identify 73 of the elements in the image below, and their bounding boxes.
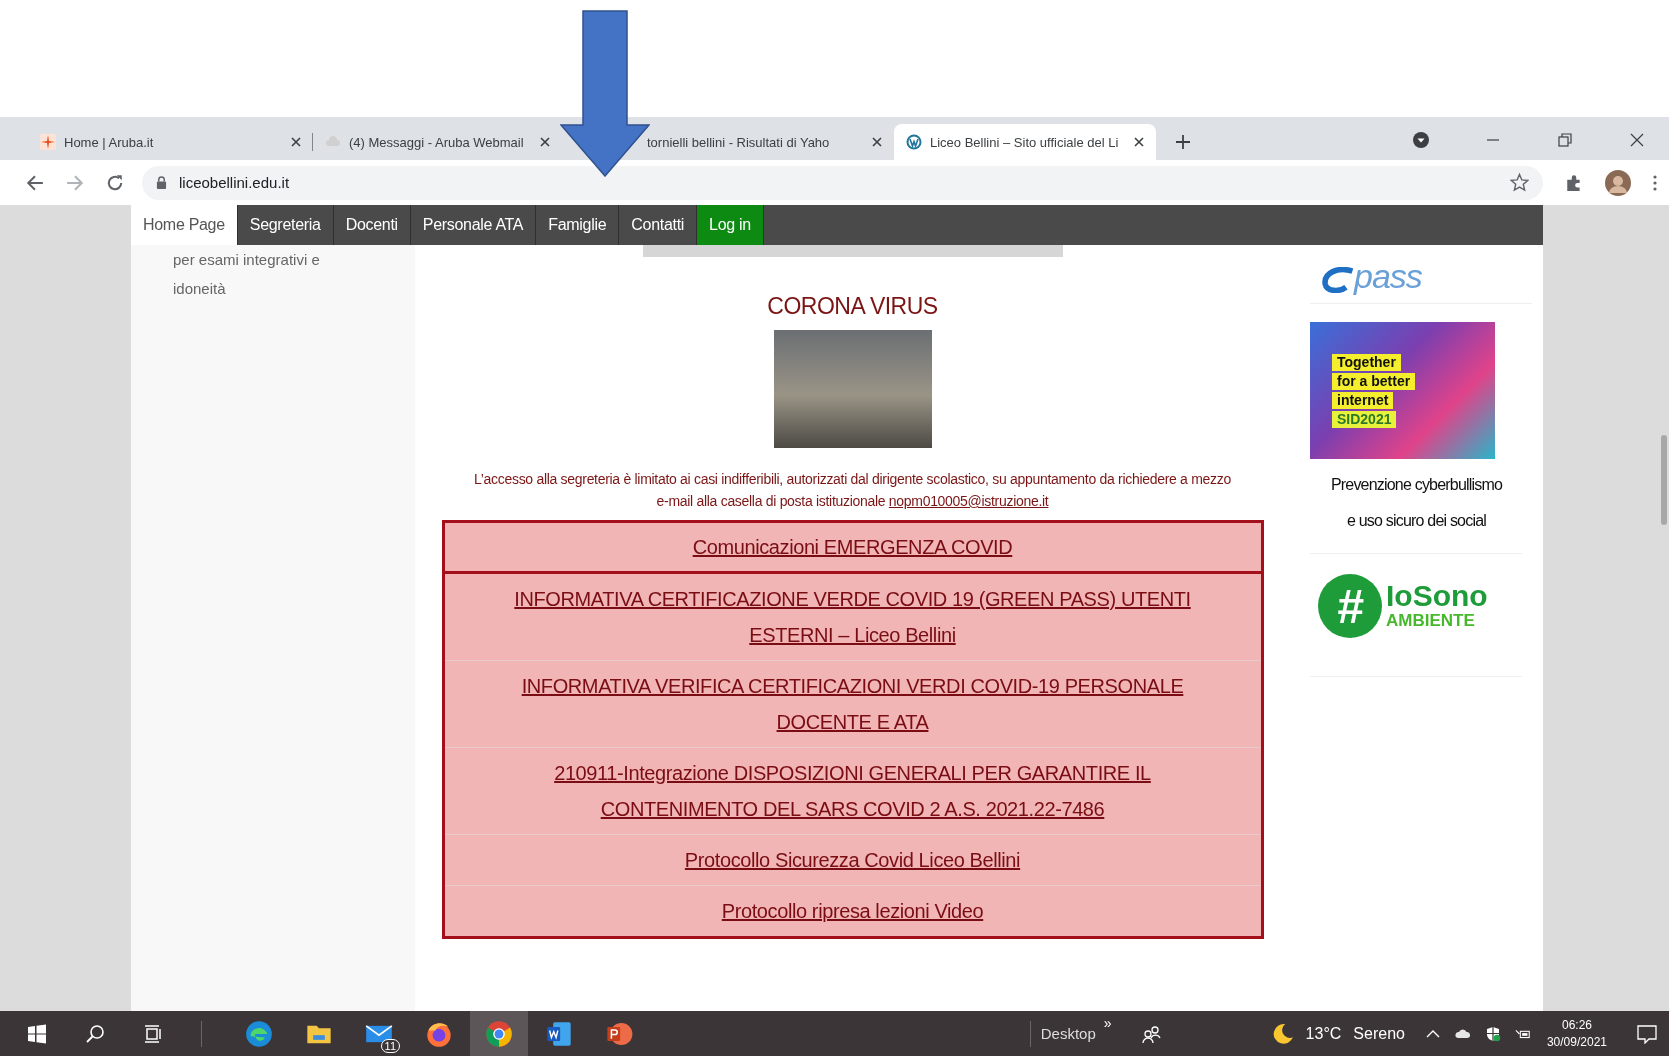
close-icon[interactable] xyxy=(291,137,301,147)
avatar-icon[interactable] xyxy=(1605,169,1631,196)
count-badge: 11 xyxy=(380,1039,400,1053)
nav-link[interactable]: Famiglie xyxy=(536,205,620,245)
wordpress-icon xyxy=(906,134,922,150)
tab-title: (4) Messaggi - Aruba Webmail xyxy=(349,134,524,150)
tab-title: Liceo Bellini – Sito ufficiale del Li xyxy=(930,134,1119,150)
browser-tab[interactable]: Liceo Bellini – Sito ufficiale del Li xyxy=(894,124,1157,160)
notification-icon[interactable] xyxy=(1637,1023,1657,1044)
covid-link[interactable]: 210911-Integrazione DISPOSIZIONI GENERALI PER GARANTIRE IL CONTENIMENTO DEL SARS COVID 2 A.S. 2021.22-7486 xyxy=(484,755,1221,827)
nav-link[interactable]: Log in xyxy=(697,205,764,245)
browser-logo-icon xyxy=(485,1019,513,1048)
caption-text: Prevenzione cyberbullismo xyxy=(1329,475,1504,495)
shield-icon[interactable] xyxy=(1484,1025,1501,1042)
logo-text: pass xyxy=(1354,259,1422,293)
weather-text[interactable]: Sereno xyxy=(1353,1024,1405,1043)
toolbar-label[interactable]: Desktop xyxy=(1040,1025,1096,1042)
windows-start-icon[interactable] xyxy=(27,1023,47,1044)
expand-chevron[interactable]: » xyxy=(1103,1011,1112,1031)
reload-icon[interactable] xyxy=(106,173,124,192)
close-icon[interactable] xyxy=(872,137,882,147)
close-icon[interactable] xyxy=(1134,137,1145,147)
covid-link[interactable]: Protocollo Sicurezza Covid Liceo Bellini xyxy=(484,842,1221,878)
dropdown-icon[interactable] xyxy=(1413,132,1429,148)
email-link[interactable]: nopm010005@istruzione.it xyxy=(888,493,1049,509)
document-w-icon xyxy=(545,1019,573,1048)
swirl-logo-icon xyxy=(1322,267,1354,293)
covid-link[interactable]: INFORMATIVA VERIFICA CERTIFICAZIONI VERDI COVID-19 PERSONALE DOCENTE E ATA xyxy=(484,668,1221,740)
banner-text: SID2021 xyxy=(1332,410,1397,428)
sidebar-link[interactable]: idoneità xyxy=(173,274,226,303)
browser-tab[interactable]: tornielli bellini - Risultati di Yaho xyxy=(647,124,894,160)
task-view-icon[interactable] xyxy=(143,1023,163,1044)
logo-text: AMBIENTE xyxy=(1386,611,1476,631)
url-text: liceobellini.edu.it xyxy=(179,174,290,191)
clock-date[interactable]: 30/09/2021 xyxy=(1546,1033,1607,1051)
caption-text: e uso sicuro dei social xyxy=(1346,511,1487,531)
browser-tab[interactable]: Home | Aruba.it xyxy=(28,124,313,160)
banner-text: for a better xyxy=(1332,372,1416,390)
back-icon[interactable] xyxy=(26,173,44,192)
logo-text: IoSono xyxy=(1386,581,1488,611)
lock-icon xyxy=(156,176,167,189)
moon-icon[interactable] xyxy=(1271,1022,1294,1045)
nav-link[interactable]: Home Page xyxy=(131,205,238,245)
notice-text: L’accesso alla segreteria è limitato ai casi indifferibili, autorizzati dal dirigente scolastico, su appuntamento da richiedere a mezzo e-mail alla casella di posta istituzionale nopm010005@istruzione.it xyxy=(473,470,1232,511)
clock-time[interactable]: 06:26 xyxy=(1561,1016,1592,1034)
close-icon[interactable] xyxy=(539,137,550,147)
temperature-text[interactable]: 13°C xyxy=(1305,1024,1342,1043)
sidebar-link[interactable]: per esami integrativi e xyxy=(173,245,320,274)
covid-link[interactable]: Protocollo ripresa lezioni Video xyxy=(484,893,1221,929)
close-icon[interactable] xyxy=(1629,132,1645,148)
puzzle-icon[interactable] xyxy=(1565,173,1583,192)
wave-logo-icon xyxy=(245,1019,273,1048)
restore-icon[interactable] xyxy=(1557,132,1573,148)
tab-title: tornielli bellini - Risultati di Yaho xyxy=(647,134,831,150)
scrollbar-thumb[interactable] xyxy=(1661,435,1667,525)
new-tab-icon[interactable] xyxy=(1176,135,1191,149)
taskbar-app[interactable]: 11 xyxy=(350,1011,408,1056)
tab-title: Home | Aruba.it xyxy=(64,134,155,150)
sid-banner[interactable]: Together for a better internet SID2021 xyxy=(1310,322,1495,459)
hash-logo-mark: # xyxy=(1318,574,1382,638)
banner-text: Together xyxy=(1332,353,1401,371)
taskbar-app[interactable] xyxy=(470,1011,528,1056)
covid-link[interactable]: INFORMATIVA CERTIFICAZIONE VERDE COVID 19 (GREEN PASS) UTENTI ESTERNI – Liceo Bellini xyxy=(484,581,1221,653)
star-icon xyxy=(40,134,56,150)
menu-icon[interactable] xyxy=(1653,174,1657,191)
address-bar[interactable]: liceobellini.edu.it xyxy=(142,165,1543,200)
search-icon[interactable] xyxy=(85,1023,105,1044)
banner-text: internet xyxy=(1332,391,1394,409)
browser-tab[interactable]: (4) Messaggi - Aruba Webmail xyxy=(313,124,555,160)
section-heading: CORONA VIRUS xyxy=(767,293,938,320)
people-icon[interactable] xyxy=(1141,1023,1162,1044)
covid-link[interactable]: Comunicazioni EMERGENZA COVID xyxy=(484,529,1221,565)
bookmark-star-icon[interactable] xyxy=(1510,173,1529,192)
